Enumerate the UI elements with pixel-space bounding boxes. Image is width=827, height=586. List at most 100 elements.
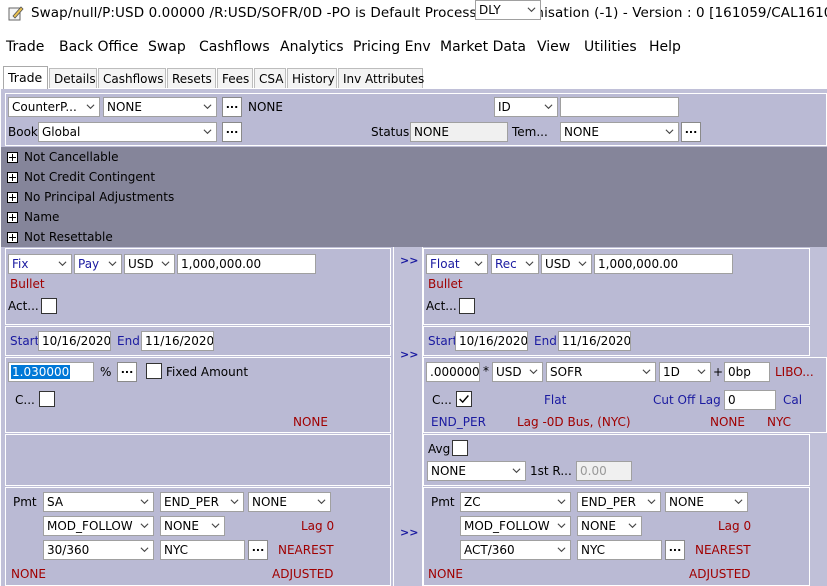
rec-leg-end-per-label[interactable]: END_PER — [431, 415, 486, 429]
expand-plus-icon[interactable] — [7, 212, 18, 223]
tab-cashflows[interactable]: Cashflows — [98, 68, 166, 88]
rec-leg-compound-freq-select[interactable]: DLY — [475, 0, 541, 20]
rec-leg-none-label[interactable]: NONE — [710, 415, 745, 429]
pay-leg-lag-label[interactable]: Lag 0 — [301, 519, 334, 533]
menu-pricing-env[interactable]: Pricing Env — [353, 39, 431, 55]
tab-resets[interactable]: Resets — [167, 68, 216, 88]
tab-details[interactable]: Details — [49, 68, 97, 88]
rec-leg-lag-desc[interactable]: Lag -0D Bus, (NYC) — [517, 415, 631, 429]
rec-leg-bdc-select[interactable]: MOD_FOLLOW — [460, 516, 571, 536]
tab-trade[interactable]: Trade — [3, 66, 48, 89]
menu-analytics[interactable]: Analytics — [280, 39, 344, 55]
rec-leg-nyc-label[interactable]: NYC — [767, 415, 791, 429]
pay-leg-none-bottom[interactable]: NONE — [11, 567, 46, 581]
pay-leg-none-label[interactable]: NONE — [293, 415, 328, 429]
copy-schedule-arrows[interactable]: >> — [400, 526, 418, 539]
book-select[interactable]: Global — [38, 122, 217, 142]
fixed-amount-checkbox[interactable] — [146, 363, 162, 379]
rec-leg-start-date-input[interactable]: 10/16/2020 — [455, 331, 528, 351]
pay-leg-pmt-label: Pmt — [13, 495, 37, 509]
rec-leg-frequency-select[interactable]: ZC — [460, 492, 571, 512]
rec-leg-factor-input[interactable]: .000000 — [426, 362, 480, 382]
rec-leg-tenor-select[interactable]: 1D — [659, 362, 711, 382]
menu-market-data[interactable]: Market Data — [440, 39, 526, 55]
pay-leg-holiday-ellipsis-button[interactable]: ... — [248, 540, 268, 560]
counterparty-role-select[interactable]: CounterP... — [8, 97, 100, 117]
menu-help[interactable]: Help — [649, 39, 681, 55]
pay-leg-adjusted-label[interactable]: ADJUSTED — [272, 567, 334, 581]
menu-back-office[interactable]: Back Office — [59, 39, 138, 55]
pay-leg-frequency-select[interactable]: SA — [43, 492, 154, 512]
pay-leg-holiday-input[interactable]: NYC — [160, 540, 245, 560]
rec-leg-act-checkbox[interactable] — [459, 298, 475, 314]
tab-history[interactable]: History — [287, 68, 337, 88]
copy-rate-arrows[interactable]: >> — [400, 348, 418, 361]
menu-swap[interactable]: Swap — [148, 39, 186, 55]
rec-leg-nearest-label[interactable]: NEAREST — [695, 543, 751, 557]
pay-leg-daycount-select[interactable]: 30/360 — [43, 540, 154, 560]
rec-leg-notional-input[interactable]: 1,000,000.00 — [594, 254, 733, 274]
book-ellipsis-button[interactable]: ... — [222, 122, 242, 142]
rec-leg-roll-select[interactable]: END_PER — [577, 492, 661, 512]
tab-fees[interactable]: Fees — [217, 68, 253, 88]
rec-leg-amortization[interactable]: Bullet — [428, 277, 463, 291]
id-type-select[interactable]: ID — [494, 97, 558, 117]
rec-leg-holiday-input[interactable]: NYC — [577, 540, 662, 560]
pay-leg-compound-checkbox[interactable] — [39, 391, 55, 407]
pay-leg-roll-select[interactable]: END_PER — [160, 492, 244, 512]
rec-leg-daycount-select[interactable]: ACT/360 — [460, 540, 571, 560]
expand-plus-icon[interactable] — [7, 172, 18, 183]
rec-leg-lag-label[interactable]: Lag 0 — [718, 519, 751, 533]
rec-leg-roll-day-select[interactable]: NONE — [665, 492, 748, 512]
tab-inv-attributes[interactable]: Inv Attributes — [338, 68, 424, 88]
counterparty-ellipsis-button[interactable]: ... — [222, 97, 242, 117]
expand-plus-icon[interactable] — [7, 232, 18, 243]
expand-plus-icon[interactable] — [7, 152, 18, 163]
rec-leg-compound-checkbox[interactable] — [456, 391, 472, 407]
id-input[interactable] — [560, 97, 679, 117]
menu-utilities[interactable]: Utilities — [584, 39, 637, 55]
pay-leg-end-date-input[interactable]: 11/16/2020 — [141, 331, 214, 351]
copy-leg-arrows[interactable]: >> — [400, 254, 418, 267]
rec-leg-currency-select[interactable]: USD — [541, 254, 592, 274]
expand-plus-icon[interactable] — [7, 192, 18, 203]
pay-leg-currency-select[interactable]: USD — [124, 254, 175, 274]
template-select[interactable]: NONE — [560, 122, 679, 142]
menu-trade[interactable]: Trade — [6, 39, 44, 55]
pay-leg-bdc2-select[interactable]: NONE — [160, 516, 225, 536]
rec-leg-end-date-input[interactable]: 11/16/2020 — [558, 331, 631, 351]
pay-leg-act-checkbox[interactable] — [41, 298, 57, 314]
pay-leg-amortization[interactable]: Bullet — [10, 277, 45, 291]
pay-leg-fixed-rate-input[interactable]: 1.030000 — [8, 362, 94, 382]
pay-leg-notional-input[interactable]: 1,000,000.00 — [177, 254, 316, 274]
menu-cashflows[interactable]: Cashflows — [199, 39, 270, 55]
counterparty-select[interactable]: NONE — [103, 97, 217, 117]
pay-leg-rate-ellipsis-button[interactable]: ... — [117, 362, 137, 382]
rec-leg-rate-currency-select[interactable]: USD — [492, 362, 543, 382]
pay-leg-start-date-input[interactable]: 10/16/2020 — [38, 331, 111, 351]
not-resettable-label: Not Resettable — [24, 230, 113, 244]
template-ellipsis-button[interactable]: ... — [681, 122, 701, 142]
rec-leg-spread-input[interactable]: 0bp — [724, 362, 770, 382]
rec-leg-direction-select[interactable]: Rec — [491, 254, 539, 274]
pay-leg-bdc-select[interactable]: MOD_FOLLOW — [43, 516, 154, 536]
pay-leg-currency-value: USD — [128, 257, 154, 271]
rec-leg-bdc2-select[interactable]: NONE — [577, 516, 642, 536]
pay-leg-roll-day-select[interactable]: NONE — [248, 492, 331, 512]
menu-view[interactable]: View — [537, 39, 570, 55]
avg-checkbox[interactable] — [452, 440, 468, 456]
pay-leg-nearest-label[interactable]: NEAREST — [278, 543, 334, 557]
pay-leg-type-select[interactable]: Fix — [8, 254, 72, 274]
avg-method-select[interactable]: NONE — [427, 461, 526, 481]
rec-leg-flat-label[interactable]: Flat — [544, 393, 566, 407]
rec-leg-type-select[interactable]: Float — [426, 254, 488, 274]
tab-csa[interactable]: CSA — [254, 68, 286, 88]
rec-leg-holiday-ellipsis-button[interactable]: ... — [665, 540, 685, 560]
cal-label[interactable]: Cal — [783, 393, 802, 407]
cutoff-lag-input[interactable]: 0 — [724, 390, 776, 410]
pay-leg-direction-select[interactable]: Pay — [74, 254, 122, 274]
rec-leg-index-select[interactable]: SOFR — [546, 362, 656, 382]
rec-leg-none-bottom[interactable]: NONE — [428, 567, 463, 581]
rec-leg-libor-label[interactable]: LIBO... — [775, 365, 814, 379]
rec-leg-adjusted-label[interactable]: ADJUSTED — [689, 567, 751, 581]
